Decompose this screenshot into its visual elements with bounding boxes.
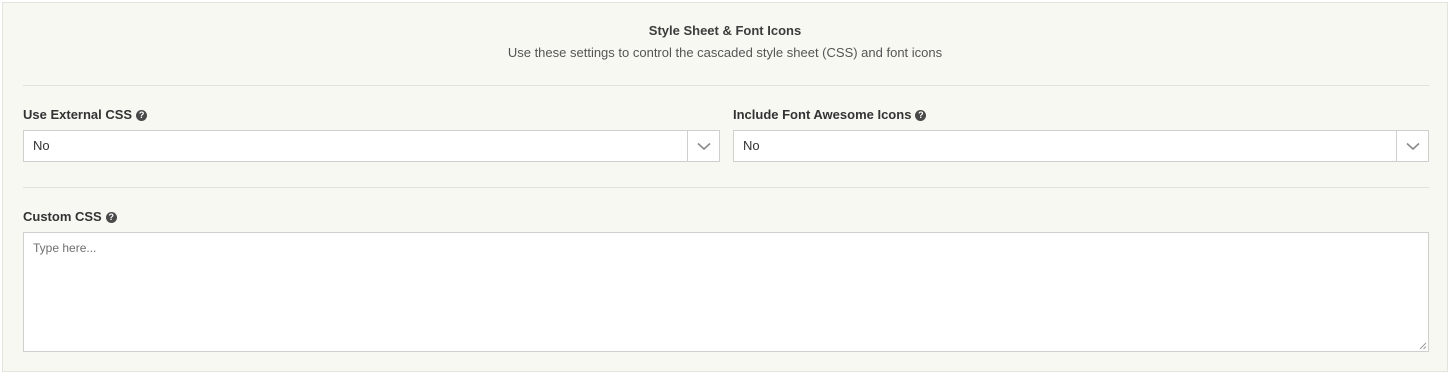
font-awesome-help-icon[interactable]: ? xyxy=(915,109,927,121)
font-awesome-select[interactable]: No xyxy=(733,130,1429,162)
custom-css-placeholder: Type here... xyxy=(33,241,97,255)
external-css-dropdown-arrow[interactable] xyxy=(687,131,719,161)
font-awesome-selected-value: No xyxy=(743,138,760,153)
custom-css-label-text: Custom CSS xyxy=(23,209,102,224)
section-header: Style Sheet & Font Icons Use these setti… xyxy=(3,21,1447,63)
css-settings-panel: Style Sheet & Font Icons Use these setti… xyxy=(2,2,1448,372)
chevron-down-icon xyxy=(1405,142,1420,150)
font-awesome-dropdown-arrow[interactable] xyxy=(1396,131,1428,161)
custom-css-label: Custom CSS ? xyxy=(23,209,117,225)
chevron-down-icon xyxy=(696,142,711,150)
custom-css-help-icon[interactable]: ? xyxy=(105,211,117,223)
section-title: Style Sheet & Font Icons xyxy=(648,23,802,38)
external-css-label: Use External CSS ? xyxy=(23,107,148,123)
external-css-selected-value: No xyxy=(33,138,50,153)
section-subtitle: Use these settings to control the cascad… xyxy=(507,45,943,60)
font-awesome-label-text: Include Font Awesome Icons xyxy=(733,107,912,122)
field-divider xyxy=(23,187,1429,188)
custom-css-textarea[interactable]: Type here... xyxy=(23,232,1429,352)
external-css-select[interactable]: No xyxy=(23,130,720,162)
section-divider xyxy=(23,85,1429,86)
external-css-label-text: Use External CSS xyxy=(23,107,133,122)
font-awesome-label: Include Font Awesome Icons ? xyxy=(733,107,927,123)
resize-handle-icon[interactable] xyxy=(1419,342,1427,350)
external-css-help-icon[interactable]: ? xyxy=(136,109,148,121)
